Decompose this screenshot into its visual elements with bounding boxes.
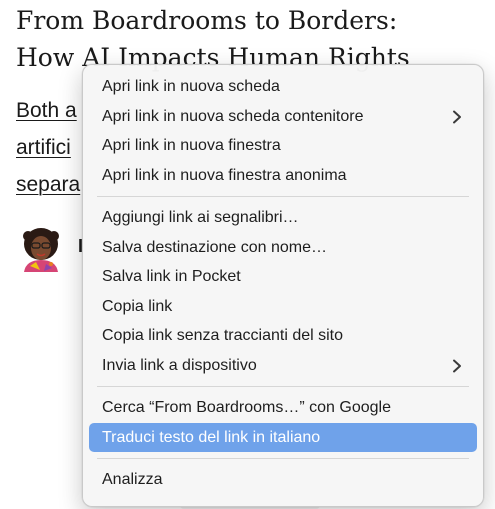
menu-item-label: Apri link in nuova finestra [102, 137, 281, 154]
menu-item-label: Cerca “From Boardrooms…” con Google [102, 399, 391, 416]
menu-item-label: Traduci testo del link in italiano [102, 428, 321, 446]
menu-item-label: Salva destinazione con nome… [102, 238, 328, 256]
menu-item-open-container-tab[interactable]: Apri link in nuova scheda contenitore [89, 102, 477, 132]
intro-link[interactable]: separa [16, 173, 80, 196]
menu-separator [97, 196, 469, 197]
link-context-menu: Apri link in nuova scheda Apri link in n… [82, 64, 484, 507]
menu-item-open-private-window[interactable]: Apri link in nuova finestra anonima [89, 161, 477, 191]
menu-item-label: Apri link in nuova scheda [102, 78, 280, 95]
intro-link[interactable]: Both a [16, 99, 77, 122]
chevron-right-icon [453, 110, 461, 123]
menu-item-save-link-as[interactable]: Salva destinazione con nome… [89, 233, 477, 263]
menu-item-label: Apri link in nuova scheda contenitore [102, 107, 364, 125]
intro-link[interactable]: artifici [16, 136, 71, 159]
menu-item-label: Aggiungi link ai segnalibri… [102, 209, 299, 226]
menu-item-bookmark-link[interactable]: Aggiungi link ai segnalibri… [89, 203, 477, 233]
menu-item-inspect[interactable]: Analizza [89, 465, 477, 495]
menu-item-copy-link[interactable]: Copia link [89, 292, 477, 322]
menu-item-copy-clean-link[interactable]: Copia link senza traccianti del sito [89, 321, 477, 351]
menu-item-open-new-window[interactable]: Apri link in nuova finestra [89, 131, 477, 161]
avatar-illustration-icon [23, 228, 59, 272]
menu-separator [97, 386, 469, 387]
menu-item-label: Copia link senza traccianti del sito [102, 327, 344, 344]
menu-separator [97, 458, 469, 459]
author-byline: I [18, 224, 83, 274]
author-avatar[interactable] [18, 224, 64, 272]
menu-item-open-new-tab[interactable]: Apri link in nuova scheda [89, 72, 477, 102]
menu-item-search-google[interactable]: Cerca “From Boardrooms…” con Google [89, 393, 477, 423]
menu-item-label: Copia link [102, 297, 173, 315]
chevron-right-icon [453, 359, 461, 372]
menu-item-label: Analizza [102, 471, 163, 488]
menu-item-translate-link[interactable]: Traduci testo del link in italiano [89, 422, 477, 452]
menu-item-send-to-device[interactable]: Invia link a dispositivo [89, 351, 477, 381]
menu-item-label: Apri link in nuova finestra anonima [102, 166, 347, 184]
menu-item-label: Salva link in Pocket [102, 268, 241, 285]
menu-item-label: Invia link a dispositivo [102, 356, 257, 374]
menu-item-save-to-pocket[interactable]: Salva link in Pocket [89, 262, 477, 292]
